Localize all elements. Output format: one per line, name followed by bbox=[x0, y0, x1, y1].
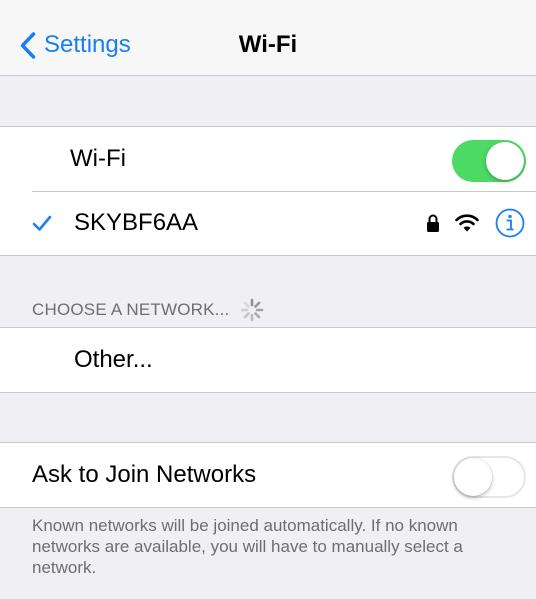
navigation-bar: Settings Wi-Fi bbox=[0, 0, 536, 76]
lock-icon bbox=[427, 214, 439, 232]
wifi-signal-icon bbox=[455, 214, 479, 232]
ask-to-join-label: Ask to Join Networks bbox=[32, 461, 257, 488]
other-network-label: Other... bbox=[74, 346, 153, 373]
checkmark-icon bbox=[32, 215, 52, 231]
other-network-row[interactable]: Other... bbox=[0, 328, 536, 392]
choose-network-header: CHOOSE A NETWORK... bbox=[32, 297, 265, 323]
toggle-knob bbox=[486, 142, 524, 180]
choose-network-group: Other... bbox=[0, 327, 536, 393]
wifi-toggle-row: Wi-Fi bbox=[0, 127, 536, 191]
network-name: SKYBF6AA bbox=[74, 209, 199, 236]
page-title: Wi-Fi bbox=[238, 31, 298, 58]
wifi-toggle-switch[interactable] bbox=[452, 140, 526, 182]
connected-network-row[interactable]: SKYBF6AA bbox=[0, 191, 536, 255]
wifi-group: Wi-Fi SKYBF6AA bbox=[0, 126, 536, 256]
ask-to-join-group: Ask to Join Networks bbox=[0, 442, 536, 508]
ask-to-join-toggle[interactable] bbox=[452, 456, 526, 498]
wifi-toggle-label: Wi-Fi bbox=[70, 145, 126, 172]
info-icon[interactable] bbox=[495, 208, 525, 238]
loading-spinner-icon bbox=[241, 298, 264, 322]
choose-network-label: CHOOSE A NETWORK... bbox=[32, 300, 230, 319]
ask-to-join-row: Ask to Join Networks bbox=[0, 443, 536, 507]
ask-to-join-footer: Known networks will be joined automatica… bbox=[32, 516, 463, 577]
toggle-knob bbox=[454, 458, 492, 496]
